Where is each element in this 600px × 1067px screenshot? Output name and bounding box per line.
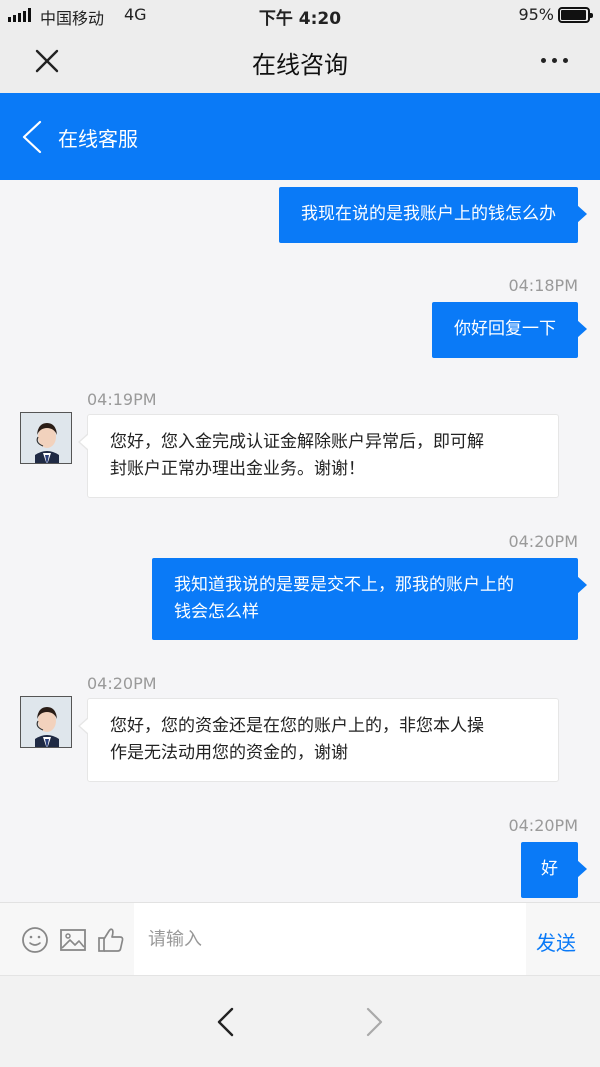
status-bar: 中国移动 4G 下午 4:20 95% — [0, 0, 600, 30]
incoming-message: 您好，您入金完成认证金解除账户异常后，即可解 封账户正常办理出金业务。谢谢！ — [78, 414, 559, 498]
nav-bar: 在线咨询 — [0, 30, 600, 93]
chevron-right-icon[interactable] — [362, 1006, 386, 1038]
battery-icon — [558, 7, 593, 23]
outgoing-message: 我知道我说的是要是交不上，那我的账户上的 钱会怎么样 — [152, 558, 587, 640]
chevron-left-icon[interactable] — [20, 119, 44, 155]
send-button[interactable]: 发送 — [536, 927, 576, 956]
image-icon[interactable] — [58, 925, 88, 955]
chat-header: 在线客服 — [0, 93, 600, 180]
message-timestamp: 04:20PM — [508, 816, 578, 835]
message-list[interactable]: 我现在说的是我账户上的钱怎么办 04:18PM 你好回复一下 04:19PM 您… — [0, 180, 600, 902]
message-text-line: 作是无法动用您的资金的，谢谢 — [110, 743, 348, 763]
message-text: 你好回复一下 — [454, 319, 556, 339]
status-time: 下午 4:20 — [258, 9, 342, 29]
message-timestamp: 04:20PM — [508, 532, 578, 551]
agent-avatar — [20, 412, 72, 464]
message-timestamp: 04:20PM — [87, 674, 157, 693]
message-timestamp: 04:19PM — [87, 390, 157, 409]
message-timestamp: 04:18PM — [508, 276, 578, 295]
input-bar: 发送 — [0, 902, 600, 975]
incoming-message: 您好，您的资金还是在您的账户上的，非您本人操 作是无法动用您的资金的，谢谢 — [78, 698, 559, 782]
more-icon[interactable] — [541, 58, 568, 63]
message-text-line: 您好，您的资金还是在您的账户上的，非您本人操 — [110, 716, 484, 736]
battery-percent: 95% — [518, 5, 554, 24]
bottom-nav — [0, 975, 600, 1067]
emoji-icon[interactable] — [20, 925, 50, 955]
message-text-line: 我知道我说的是要是交不上，那我的账户上的 — [174, 575, 514, 595]
message-text: 好 — [541, 859, 558, 879]
message-text-line: 封账户正常办理出金业务。谢谢！ — [110, 459, 365, 479]
chat-header-title: 在线客服 — [58, 127, 138, 151]
message-text: 我现在说的是我账户上的钱怎么办 — [301, 204, 556, 224]
outgoing-message: 我现在说的是我账户上的钱怎么办 — [279, 187, 587, 243]
thumbs-up-icon[interactable] — [96, 925, 126, 955]
message-text-line: 钱会怎么样 — [174, 602, 259, 622]
agent-avatar — [20, 696, 72, 748]
outgoing-message: 你好回复一下 — [432, 302, 587, 358]
outgoing-message: 好 — [521, 842, 587, 898]
message-text-line: 您好，您入金完成认证金解除账户异常后，即可解 — [110, 432, 484, 452]
chevron-left-icon[interactable] — [214, 1006, 238, 1038]
message-input[interactable] — [134, 903, 526, 975]
page-title: 在线咨询 — [252, 51, 348, 79]
